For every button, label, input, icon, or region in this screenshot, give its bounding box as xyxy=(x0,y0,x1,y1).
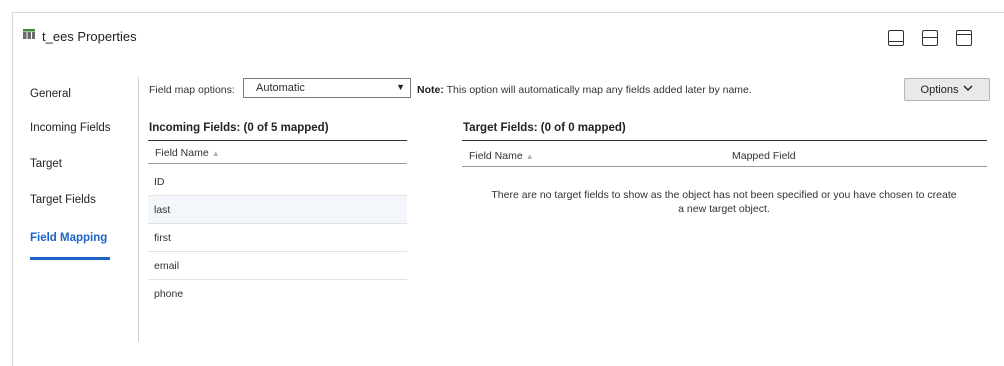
target-field-name-header[interactable]: Field Name ▲ xyxy=(469,150,534,162)
field-map-options-value: Automatic xyxy=(256,82,305,94)
dropdown-arrow-icon: ▼ xyxy=(396,82,405,92)
options-button-label: Options xyxy=(920,83,959,96)
layout-bottom-icon[interactable] xyxy=(888,30,904,46)
layout-toolbar xyxy=(888,30,972,46)
nav-divider xyxy=(138,77,139,342)
target-field-name-label: Field Name xyxy=(469,150,523,162)
table-row[interactable]: email xyxy=(148,252,407,280)
incoming-title-divider xyxy=(148,140,407,141)
target-empty-message: There are no target fields to show as th… xyxy=(470,188,978,216)
incoming-column-header[interactable]: Field Name ▲ xyxy=(155,147,220,159)
target-title-divider xyxy=(462,140,987,141)
target-table-icon xyxy=(22,27,36,45)
nav-item-field-mapping[interactable]: Field Mapping xyxy=(30,232,107,244)
panel-header: t_ees Properties xyxy=(22,26,137,46)
note-prefix: Note: xyxy=(417,84,444,96)
panel-title: t_ees Properties xyxy=(42,28,137,44)
chevron-down-icon xyxy=(963,84,973,95)
sort-asc-icon: ▲ xyxy=(525,152,534,161)
nav-item-incoming-fields[interactable]: Incoming Fields xyxy=(30,122,111,134)
target-header-divider xyxy=(462,166,987,167)
table-row[interactable]: ID xyxy=(148,168,407,196)
nav-item-target[interactable]: Target xyxy=(30,158,62,170)
target-empty-message-line1: There are no target fields to show as th… xyxy=(491,189,957,201)
incoming-column-label: Field Name xyxy=(155,147,209,159)
table-row[interactable]: first xyxy=(148,224,407,252)
note-text: This option will automatically map any f… xyxy=(443,84,752,96)
field-map-options-select[interactable]: Automatic ▼ xyxy=(243,78,411,98)
layout-top-icon[interactable] xyxy=(956,30,972,46)
layout-split-icon[interactable] xyxy=(922,30,938,46)
incoming-fields-title: Incoming Fields: (0 of 5 mapped) xyxy=(149,122,329,134)
target-fields-title: Target Fields: (0 of 0 mapped) xyxy=(463,122,626,134)
target-empty-message-line2: a new target object. xyxy=(678,203,770,215)
active-tab-indicator xyxy=(30,257,110,260)
table-row[interactable]: phone xyxy=(148,280,407,308)
field-map-note: Note: This option will automatically map… xyxy=(417,84,752,96)
sort-asc-icon: ▲ xyxy=(211,149,220,158)
nav-item-target-fields[interactable]: Target Fields xyxy=(30,194,96,206)
field-map-options-label: Field map options: xyxy=(149,84,235,96)
table-row[interactable]: last xyxy=(148,196,407,224)
options-button[interactable]: Options xyxy=(904,78,990,101)
nav-item-general[interactable]: General xyxy=(30,88,71,100)
incoming-header-divider xyxy=(148,163,407,164)
target-mapped-field-header[interactable]: Mapped Field xyxy=(732,150,796,162)
